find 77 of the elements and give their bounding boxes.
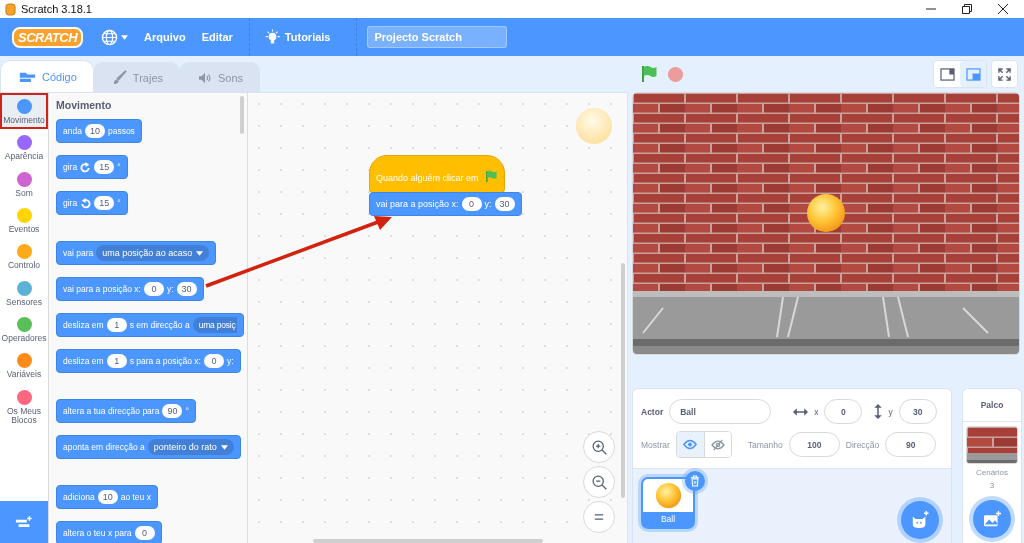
block-label: s em direcção a xyxy=(129,320,190,330)
block-label: vai para a posição x: xyxy=(63,284,141,294)
number-input[interactable]: 30 xyxy=(176,282,197,296)
motion-block[interactable]: anda 10 passos xyxy=(56,119,142,143)
category-item[interactable]: Controlo xyxy=(0,238,48,275)
number-input[interactable]: 10 xyxy=(84,124,105,138)
field-label: Direcção xyxy=(845,439,880,450)
block-label: y: xyxy=(227,356,234,366)
category-item[interactable]: Variáveis xyxy=(0,347,48,384)
block-label: altera a tua direcção para xyxy=(63,406,160,416)
category-item[interactable]: Movimento xyxy=(0,93,48,130)
category-item[interactable]: Som xyxy=(0,165,48,203)
motion-block[interactable]: vai para a posição x: 0 y: 30 xyxy=(56,277,204,301)
size-field[interactable]: 100 xyxy=(788,432,840,457)
category-item[interactable]: Aparência xyxy=(0,129,48,166)
category-heading: Movimento xyxy=(56,99,113,111)
motion-block[interactable]: vai para a posição x: 0 y: 30 xyxy=(369,192,522,216)
block-label: adiciona xyxy=(63,492,95,502)
motion-block[interactable]: aponta em direcção a ponteiro do rato xyxy=(56,435,241,459)
window-title: Scratch 3.18.1 xyxy=(21,3,92,15)
category-item[interactable]: Eventos xyxy=(0,202,48,239)
y-field[interactable]: 30 xyxy=(898,399,937,424)
block-label: vai para xyxy=(63,248,94,258)
field-label: x xyxy=(814,406,819,417)
backdrop-count: 3 xyxy=(989,481,995,490)
motion-block[interactable]: desliza em 1 s para a posição x: 0 y: xyxy=(56,349,241,373)
dropdown-input[interactable]: uma posição ao acaso xyxy=(96,245,210,261)
block-label: desliza em xyxy=(63,320,104,330)
category-item[interactable]: Operadores xyxy=(0,311,48,348)
block-label: ° xyxy=(117,198,121,208)
motion-block[interactable]: altera a tua direcção para 90 ° xyxy=(56,399,196,423)
block-label: altera o teu x para xyxy=(63,528,132,538)
motion-block[interactable]: vai para uma posição ao acaso xyxy=(56,241,217,265)
block-label: gira xyxy=(63,162,78,172)
field-label: y xyxy=(888,406,893,417)
x-field[interactable]: 0 xyxy=(824,399,863,424)
block-label: y: xyxy=(484,199,492,209)
block-label: s para a posição x: xyxy=(129,356,201,366)
block-label: y: xyxy=(166,284,174,294)
block-label: Quando alguém clicar em xyxy=(376,173,479,183)
direction-field[interactable]: 90 xyxy=(885,432,937,457)
category-item[interactable]: Os Meus Blocos xyxy=(0,383,48,430)
number-input[interactable]: 0 xyxy=(204,354,224,368)
number-input[interactable]: 30 xyxy=(494,197,515,211)
block-label: vai para a posição x: xyxy=(376,199,459,209)
number-input[interactable]: 0 xyxy=(143,282,164,296)
block-label: aponta em direcção a xyxy=(63,442,145,452)
number-input[interactable]: 1 xyxy=(106,354,127,368)
motion-block[interactable]: gira 15 ° xyxy=(56,155,128,179)
number-input[interactable]: 10 xyxy=(97,490,118,504)
field-label: Mostrar xyxy=(641,439,670,450)
number-input[interactable]: 0 xyxy=(461,197,482,211)
field-label: Actor xyxy=(641,406,664,417)
block-label: ° xyxy=(185,406,189,416)
number-input[interactable]: 15 xyxy=(94,196,115,210)
block-label: anda xyxy=(63,126,82,136)
number-input[interactable]: 90 xyxy=(162,404,183,418)
field-label: Tamanho xyxy=(747,439,783,450)
block-label: gira xyxy=(63,198,78,208)
number-input[interactable]: 1 xyxy=(106,318,127,332)
backdrops-label: Cenários xyxy=(976,468,1008,477)
stage-heading: Palco xyxy=(963,389,1021,422)
block-label: ° xyxy=(117,162,121,172)
number-input[interactable]: 15 xyxy=(94,160,115,174)
block-label: ao teu x xyxy=(120,492,151,502)
dropdown-input[interactable]: ponteiro do rato xyxy=(147,439,234,455)
block-label: passos xyxy=(107,126,135,136)
motion-block[interactable]: desliza em 1 s em direcção a uma posiç xyxy=(56,313,244,337)
number-input[interactable]: 0 xyxy=(134,526,155,540)
motion-block[interactable]: altera o teu x para 0 xyxy=(56,521,162,543)
category-item[interactable]: Sensores xyxy=(0,274,48,312)
motion-block[interactable]: gira 15 ° xyxy=(56,191,128,215)
dropdown-input[interactable]: uma posiç xyxy=(192,317,237,333)
sprite-name: Ball xyxy=(643,512,693,527)
block-label: desliza em xyxy=(63,356,104,366)
sprite-name-field[interactable]: Ball xyxy=(669,399,772,424)
motion-block[interactable]: adiciona 10 ao teu x xyxy=(56,485,158,509)
